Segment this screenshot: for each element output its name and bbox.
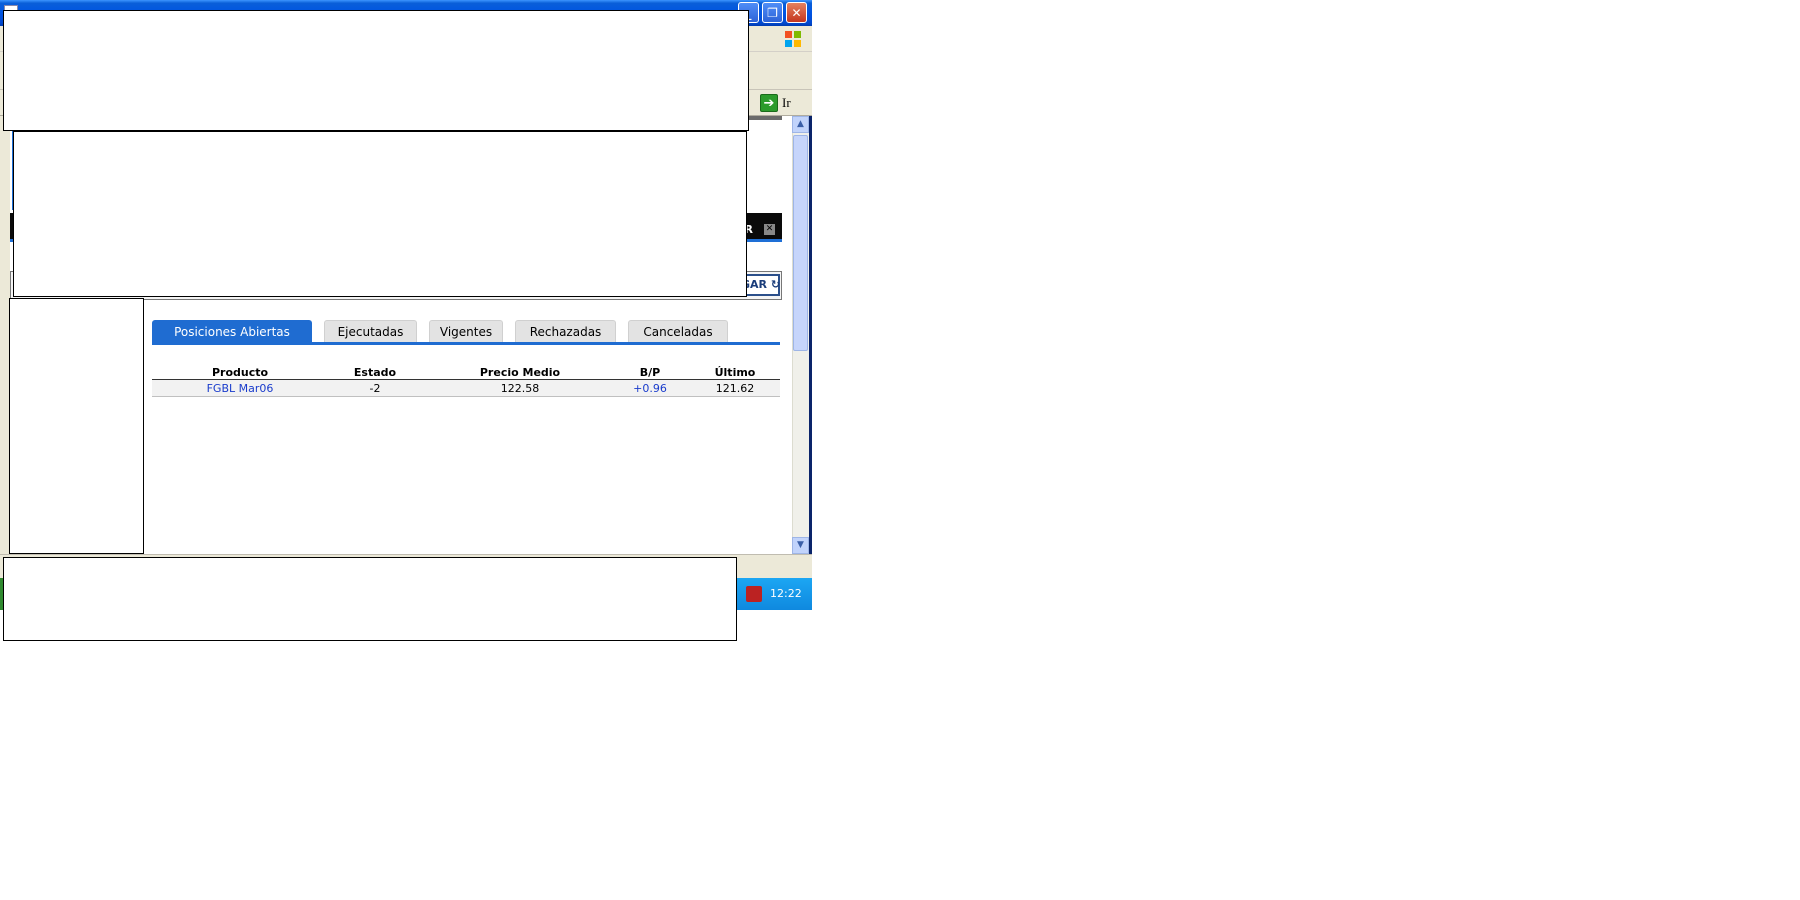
column-header-bp: B/P xyxy=(639,366,661,379)
tab-rechazadas[interactable]: Rechazadas xyxy=(515,320,616,342)
cell-estado: -2 xyxy=(369,382,381,395)
cell-ultimo: 121.62 xyxy=(715,382,755,395)
tab-vigentes[interactable]: Vigentes xyxy=(429,320,503,342)
close-icon[interactable]: ✕ xyxy=(764,224,775,235)
tab-ejecutadas[interactable]: Ejecutadas xyxy=(324,320,417,342)
scroll-thumb[interactable] xyxy=(793,135,808,351)
tab-posiciones-abiertas[interactable]: Posiciones Abiertas xyxy=(152,320,312,342)
column-header-precio-medio: Precio Medio xyxy=(479,366,561,379)
restore-button[interactable]: ❐ xyxy=(762,2,783,23)
cell-producto-link[interactable]: FGBL Mar06 xyxy=(190,382,290,395)
scroll-up-button[interactable]: ▲ xyxy=(792,116,809,133)
redacted-region-header xyxy=(13,131,747,297)
column-header-producto: Producto xyxy=(211,366,269,379)
tray-app-icon[interactable] xyxy=(746,586,762,602)
scroll-down-button[interactable]: ▼ xyxy=(792,537,809,554)
cell-precio-medio: 122.58 xyxy=(500,382,540,395)
redacted-region-sidebar xyxy=(9,298,144,554)
taskbar-clock[interactable]: 12:22 xyxy=(770,587,802,600)
close-window-button[interactable]: ✕ xyxy=(786,2,807,23)
refresh-icon: ↻ xyxy=(767,278,781,291)
column-header-estado: Estado xyxy=(353,366,397,379)
windows-logo-icon xyxy=(784,30,802,48)
tab-canceladas[interactable]: Canceladas xyxy=(628,320,728,342)
arrow-right-icon[interactable]: ➔ xyxy=(760,94,778,112)
tab-underline xyxy=(152,342,780,345)
table-row-rule xyxy=(152,396,780,397)
column-header-ultimo: Último xyxy=(714,366,756,379)
cell-bp: +0.96 xyxy=(633,382,667,395)
redacted-region-top xyxy=(3,10,749,131)
go-button-label[interactable]: Ir xyxy=(782,95,791,111)
redacted-region-bottom xyxy=(3,557,737,641)
